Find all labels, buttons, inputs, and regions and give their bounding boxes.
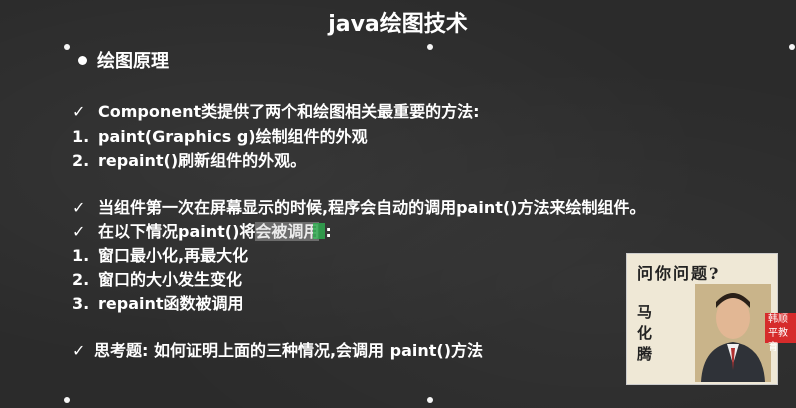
line-text: paint(Graphics g)绘制组件的外观: [98, 127, 368, 146]
highlighted-text: 会被调用: [255, 222, 320, 241]
instructor-video-overlay: 问你问题? 马化腾: [626, 253, 778, 385]
line-repaint-called: 3. repaint函数被调用: [72, 290, 244, 314]
slide-title: java绘图技术: [328, 12, 468, 37]
checkmark-icon: ✓: [72, 341, 86, 360]
line-text: repaint函数被调用: [98, 294, 244, 313]
video-name-text: 马化腾: [637, 303, 653, 363]
line-text: 当组件第一次在屏幕显示的时候,程序会自动的调用paint()方法来绘制组件。: [98, 198, 646, 217]
line-text: Component类提供了两个和绘图相关最重要的方法:: [98, 102, 480, 121]
line-text: 窗口的大小发生变化: [98, 270, 243, 289]
bullet-dot-icon: [78, 55, 87, 65]
list-number: 1.: [72, 246, 90, 265]
person-portrait-icon: [695, 284, 771, 382]
line-text: repaint()刷新组件的外观。: [98, 151, 307, 170]
checkmark-icon: ✓: [72, 222, 86, 241]
section-heading-text: 绘图原理: [97, 51, 169, 72]
text-cursor-icon: [313, 222, 326, 239]
list-number: 2.: [72, 270, 90, 289]
line-paint: 1. paint(Graphics g)绘制组件的外观: [72, 123, 368, 147]
line-component-methods: ✓ Component类提供了两个和绘图相关最重要的方法:: [72, 98, 480, 122]
checkmark-icon: ✓: [72, 102, 86, 121]
line-text: 在以下情况paint()将: [98, 222, 256, 241]
line-text: 窗口最小化,再最大化: [98, 246, 249, 265]
line-text: :: [325, 222, 332, 241]
list-number: 2.: [72, 151, 90, 170]
pin-top-left: [64, 44, 70, 50]
pin-top-right: [789, 44, 795, 50]
list-number: 3.: [72, 294, 90, 313]
brand-badge: 韩顺平教育: [765, 313, 796, 353]
line-first-display: ✓ 当组件第一次在屏幕显示的时候,程序会自动的调用paint()方法来绘制组件。: [72, 194, 645, 218]
line-minimize: 1. 窗口最小化,再最大化: [72, 242, 248, 266]
line-repaint: 2. repaint()刷新组件的外观。: [72, 147, 306, 171]
line-resize: 2. 窗口的大小发生变化: [72, 266, 242, 290]
pin-bottom-middle: [427, 397, 433, 403]
checkmark-icon: ✓: [72, 198, 86, 217]
section-heading: 绘图原理: [78, 47, 169, 73]
video-question-text: 问你问题?: [637, 264, 721, 283]
line-conditions: ✓ 在以下情况paint()将会被调用:: [72, 218, 332, 242]
line-text: 思考题: 如何证明上面的三种情况,会调用 paint()方法: [94, 341, 484, 360]
list-number: 1.: [72, 127, 90, 146]
pin-bottom-left: [64, 397, 70, 403]
line-thinking-question: ✓ 思考题: 如何证明上面的三种情况,会调用 paint()方法: [72, 337, 483, 361]
pin-top-middle: [427, 44, 433, 50]
